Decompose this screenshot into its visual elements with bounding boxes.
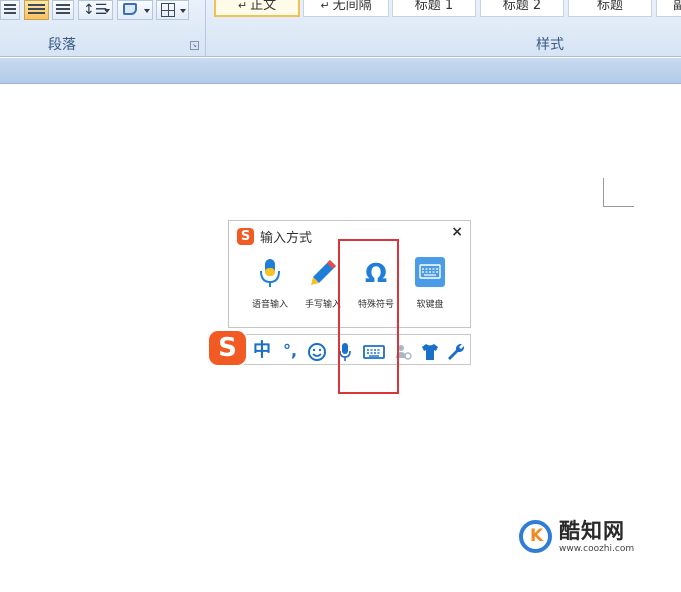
soft-keyboard-button[interactable]: 软键盘 bbox=[404, 255, 456, 315]
highlight-annotation bbox=[338, 239, 399, 394]
shirt-icon bbox=[422, 343, 438, 360]
style-card-subtitle[interactable]: 副 bbox=[656, 0, 681, 17]
line-spacing-button[interactable]: ↕☰ bbox=[78, 0, 113, 20]
style-card-normal[interactable]: ↵ 正文 bbox=[214, 0, 300, 17]
wrench-icon bbox=[448, 343, 465, 360]
sogou-logo-icon: S bbox=[237, 228, 254, 245]
microphone-icon bbox=[253, 255, 287, 291]
style-card-no-spacing[interactable]: ↵ 无间隔 bbox=[303, 0, 389, 17]
screen: ↕☰ 段落 ↘ ↵正文 ↵无间隔 标题 1 标题 2 标题 副 样式 bbox=[0, 0, 681, 592]
return-arrow-icon: ↵ bbox=[237, 0, 248, 12]
styles-group: ↵正文 ↵无间隔 标题 1 标题 2 标题 副 样式 bbox=[208, 0, 681, 57]
watermark-url: www.coozhi.com bbox=[559, 544, 635, 554]
emoji-icon bbox=[308, 342, 326, 361]
borders-button[interactable] bbox=[156, 0, 189, 20]
punctuation-toggle[interactable]: °, bbox=[279, 335, 301, 366]
style-card-heading2[interactable]: 标题 2 bbox=[480, 0, 564, 17]
align-justify-button[interactable] bbox=[0, 0, 20, 20]
paragraph-group-label: 段落 bbox=[48, 37, 76, 53]
watermark-logo-icon: K bbox=[519, 520, 552, 553]
sogou-logo-icon[interactable]: S bbox=[209, 331, 246, 365]
close-button[interactable]: × bbox=[451, 224, 463, 240]
panel-title: 输入方式 bbox=[260, 231, 313, 246]
chevron-down-icon bbox=[180, 9, 186, 13]
border-grid-icon bbox=[161, 3, 175, 17]
style-card-title[interactable]: 标题 bbox=[568, 0, 652, 17]
watermark: K 酷知网 www.coozhi.com bbox=[509, 509, 657, 565]
style-card-heading1[interactable]: 标题 1 bbox=[392, 0, 476, 17]
paint-bucket-icon bbox=[123, 3, 137, 15]
chevron-down-icon bbox=[144, 9, 150, 13]
ribbon: ↕☰ 段落 ↘ ↵正文 ↵无间隔 标题 1 标题 2 标题 副 样式 bbox=[0, 0, 681, 57]
shading-button[interactable] bbox=[117, 0, 153, 20]
ruler-band bbox=[0, 58, 681, 84]
settings-button[interactable] bbox=[445, 335, 467, 366]
paragraph-group: ↕☰ 段落 ↘ bbox=[0, 0, 206, 57]
chevron-down-icon bbox=[104, 9, 110, 13]
styles-group-label: 样式 bbox=[536, 37, 564, 53]
chinese-mode-toggle[interactable]: 中 bbox=[251, 335, 273, 366]
return-arrow-icon: ↵ bbox=[320, 0, 330, 12]
watermark-title: 酷知网 bbox=[559, 519, 625, 543]
voice-input-button[interactable]: 语音输入 bbox=[244, 255, 296, 315]
align-center-button[interactable] bbox=[52, 0, 74, 20]
page-margin-marker bbox=[603, 178, 634, 207]
dialog-launcher-icon[interactable]: ↘ bbox=[190, 41, 199, 50]
keyboard-icon bbox=[413, 255, 447, 291]
pencil-icon bbox=[306, 255, 340, 291]
align-distributed-button[interactable] bbox=[24, 0, 49, 20]
emoji-button[interactable] bbox=[306, 335, 328, 366]
skin-button[interactable] bbox=[420, 335, 440, 366]
